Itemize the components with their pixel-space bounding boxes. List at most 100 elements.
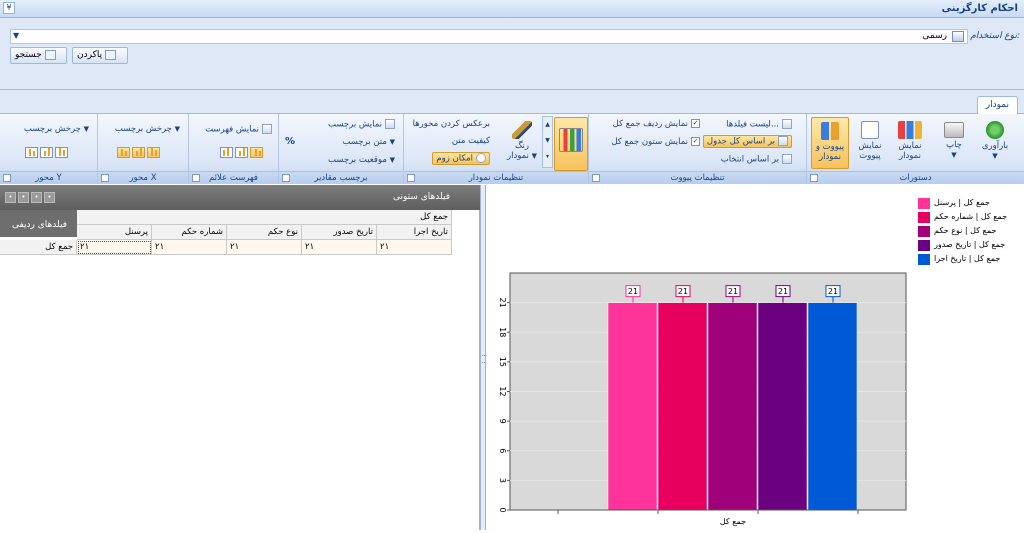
dialog-launcher-icon[interactable]: [3, 174, 11, 182]
chart-color-button[interactable]: رنگ نمودار ▼: [504, 117, 540, 167]
chart-type-gallery-button[interactable]: [554, 117, 588, 171]
chevron-down-icon[interactable]: ▼: [13, 31, 19, 40]
y-tick-label: 12: [498, 386, 507, 396]
zoom-icon: [476, 153, 486, 163]
pivot-column-header[interactable]: تاریخ اجرا: [377, 225, 452, 240]
gallery-scroll[interactable]: ▲ ▼ ▾: [542, 116, 553, 168]
dialog-launcher-icon[interactable]: [592, 174, 600, 182]
data-label: 21: [628, 287, 638, 296]
chart-color-label: رنگ نمودار: [506, 141, 530, 161]
employment-type-combobox[interactable]: ▼ رسمی: [10, 29, 968, 44]
pivot-value-cell[interactable]: ۲۱: [152, 240, 227, 255]
legend-right-icon[interactable]: [250, 147, 263, 158]
y-rotate-label-dropdown[interactable]: چرخش برچسب ▼: [24, 124, 89, 134]
tab-chart[interactable]: نمودار: [976, 96, 1018, 114]
group-commands: بارآوری ▼ چاپ ▼ نمایش نمودار نمایش پیووت پ…: [806, 114, 1024, 184]
pivot-column-header[interactable]: نوع حکم: [227, 225, 302, 240]
search-panel: ▼ رسمی نوع استخدام: پاکردن جستجو: [0, 18, 1024, 90]
field-button-icon[interactable]: •: [18, 192, 29, 203]
show-label-button[interactable]: نمایش برچسب: [328, 119, 395, 130]
by-selection-button[interactable]: بر اساس انتخاب: [721, 154, 792, 165]
show-total-row-checkbox[interactable]: نمایش ردیف جمع کل ✓: [613, 119, 700, 129]
show-total-row-label: نمایش ردیف جمع کل: [612, 119, 688, 129]
legend-label: جمع کل | تاریخ اجرا: [934, 254, 1001, 263]
pivot-column-header[interactable]: شماره حکم: [152, 225, 227, 240]
employment-type-label: نوع استخدام:: [970, 31, 1020, 41]
lookup-icon: [952, 31, 964, 42]
x-axis-style-1-icon[interactable]: [117, 147, 130, 158]
legend-left-icon[interactable]: [220, 147, 233, 158]
label-position-dropdown[interactable]: موقعیت برچسب ▼: [328, 155, 395, 165]
by-whole-table-button[interactable]: بر اساس کل جدول: [702, 135, 792, 148]
grand-total-header[interactable]: جمع کل: [77, 210, 452, 225]
label-icon: [385, 119, 395, 129]
y-axis-style-3-icon[interactable]: [55, 147, 68, 158]
y-tick-label: 21: [498, 298, 507, 308]
print-button[interactable]: چاپ ▼: [937, 117, 971, 167]
dialog-launcher-icon[interactable]: [101, 174, 109, 182]
dialog-launcher-icon[interactable]: [282, 174, 290, 182]
refresh-button[interactable]: بارآوری ▼: [977, 117, 1013, 167]
employment-type-value: رسمی: [922, 31, 947, 41]
y-tick-label: 6: [498, 448, 507, 453]
pivot-and-chart-button[interactable]: پیووت و نمودار: [811, 117, 849, 169]
ribbon-tabbar: نمودار: [0, 90, 1024, 114]
pivot-value-cell[interactable]: ۲۱: [377, 240, 452, 255]
dialog-launcher-icon[interactable]: [407, 174, 415, 182]
search-button[interactable]: جستجو: [10, 47, 67, 64]
pivot-value-cell[interactable]: ۲۱: [77, 240, 152, 255]
dialog-launcher-icon[interactable]: [810, 174, 818, 182]
printer-icon: [944, 122, 964, 138]
clear-button[interactable]: پاکردن: [72, 47, 128, 64]
flip-axes-button[interactable]: برعکس کردن محورها: [413, 119, 490, 129]
show-pivot-button[interactable]: نمایش پیووت: [851, 117, 889, 167]
y-tick-label: 3: [498, 478, 507, 483]
caption-text: تنظیمات نمودار: [468, 173, 524, 183]
x-axis-style-2-icon[interactable]: [132, 147, 145, 158]
checkmark-icon: ✓: [691, 119, 700, 128]
field-list-button[interactable]: لیست فیلدها...: [726, 119, 792, 130]
legend-entry: جمع کل | تاریخ صدور: [918, 239, 1024, 253]
pivot-value-cell[interactable]: ۲۱: [227, 240, 302, 255]
pivot-column-header[interactable]: تاریخ صدور: [302, 225, 377, 240]
zoom-toggle[interactable]: امکان زوم: [432, 152, 490, 165]
pivot-column-header[interactable]: پرسنل: [77, 225, 152, 240]
y-axis-style-2-icon[interactable]: [40, 147, 53, 158]
x-rotate-label-text: چرخش برچسب: [114, 124, 172, 134]
dialog-launcher-icon[interactable]: [192, 174, 200, 182]
legend-center-icon[interactable]: [235, 147, 248, 158]
show-legend-button[interactable]: نمایش فهرست: [205, 124, 272, 135]
show-label-text: نمایش برچسب: [327, 119, 382, 130]
field-button-icon[interactable]: •: [5, 192, 16, 203]
caption-text: محور Y: [35, 173, 62, 183]
selection-icon: [782, 154, 792, 164]
percent-button[interactable]: %: [285, 136, 295, 147]
show-total-column-checkbox[interactable]: نمایش ستون جمع کل ✓: [611, 137, 700, 147]
caption-text: محور X: [129, 173, 157, 183]
y-axis-style-1-icon[interactable]: [25, 147, 38, 158]
collapse-chevron-icon[interactable]: ¥: [3, 2, 15, 14]
chevron-down-icon: ▼: [951, 151, 957, 159]
chevron-down-icon: ▼: [992, 152, 998, 160]
bar-chart-icon: [898, 121, 922, 139]
x-rotate-label-dropdown[interactable]: چرخش برچسب ▼: [115, 124, 180, 134]
group-value-labels: نمایش برچسب متن برچسب ▼ موقعیت برچسب ▼ %…: [278, 114, 403, 184]
show-chart-button[interactable]: نمایش نمودار: [891, 117, 929, 167]
pivot-icon: [861, 121, 879, 139]
y-axis-label-buttons: [24, 147, 69, 158]
text-quality-button[interactable]: کیفیت متن: [452, 136, 490, 146]
column-fields-area: فیلدهای ستونی • • • •: [0, 185, 480, 210]
data-label: 21: [778, 287, 788, 296]
field-button-icon[interactable]: •: [31, 192, 42, 203]
show-legend-text: نمایش فهرست: [205, 124, 259, 135]
y-tick-label: 15: [498, 357, 507, 367]
print-label: چاپ: [946, 140, 962, 150]
bar: [657, 302, 708, 511]
label-text-dropdown[interactable]: متن برچسب ▼: [342, 137, 395, 147]
x-axis-style-3-icon[interactable]: [147, 147, 160, 158]
paint-brush-icon: [512, 121, 532, 139]
row-grand-total-label[interactable]: جمع کل: [0, 240, 77, 255]
pivot-value-cell[interactable]: ۲۱: [302, 240, 377, 255]
field-button-icon[interactable]: •: [44, 192, 55, 203]
caption-text: دستورات: [899, 173, 932, 183]
